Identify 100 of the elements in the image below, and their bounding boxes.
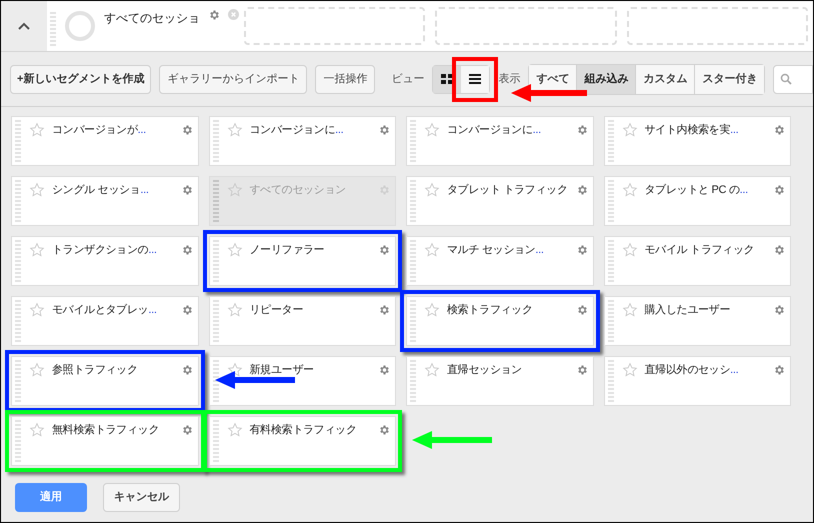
segment-card[interactable]: コンバージョンが... [11, 116, 198, 166]
segment-card[interactable]: リピーター [208, 296, 396, 346]
gear-icon[interactable] [378, 364, 390, 376]
drag-handle[interactable] [212, 420, 218, 462]
star-icon[interactable] [29, 242, 45, 258]
gear-icon[interactable] [378, 424, 390, 436]
segment-card[interactable]: タブレット トラフィック [406, 176, 594, 226]
empty-segment-slot[interactable] [626, 7, 808, 45]
drag-handle[interactable] [608, 300, 614, 342]
star-icon[interactable] [29, 422, 45, 438]
segment-card[interactable]: ノーリファラー [208, 236, 396, 286]
gear-icon[interactable] [576, 124, 588, 136]
gear-icon[interactable] [378, 124, 390, 136]
list-view-button[interactable] [461, 66, 490, 92]
segment-card[interactable]: モバイルとタブレッ... [11, 296, 198, 346]
close-icon[interactable] [228, 9, 239, 20]
drag-handle[interactable] [608, 240, 614, 282]
segment-card[interactable]: タブレットと PC の... [604, 176, 791, 226]
drag-handle[interactable] [212, 300, 218, 342]
drag-handle[interactable] [212, 360, 218, 402]
segment-card[interactable]: トランザクションの... [11, 236, 198, 286]
gear-icon[interactable] [180, 304, 192, 316]
drag-handle[interactable] [15, 240, 21, 282]
segment-card[interactable]: マルチ セッション... [406, 236, 594, 286]
star-icon[interactable] [29, 302, 45, 318]
star-icon[interactable] [226, 302, 242, 318]
segment-card[interactable]: 購入したユーザー [604, 296, 791, 346]
star-icon[interactable] [226, 422, 242, 438]
drag-handle[interactable] [15, 120, 21, 162]
star-icon[interactable] [622, 242, 638, 258]
drag-handle[interactable] [212, 240, 218, 282]
create-segment-button[interactable]: +新しいセグメントを作成 [10, 64, 152, 94]
star-icon[interactable] [622, 362, 638, 378]
star-icon[interactable] [29, 122, 45, 138]
drag-handle[interactable] [15, 420, 21, 462]
star-icon[interactable] [622, 302, 638, 318]
drag-handle[interactable] [212, 120, 218, 162]
gear-icon[interactable] [773, 364, 785, 376]
gear-icon[interactable] [378, 304, 390, 316]
empty-segment-slot[interactable] [435, 7, 617, 45]
star-icon[interactable] [424, 362, 440, 378]
star-icon[interactable] [424, 122, 440, 138]
import-button[interactable]: ギャラリーからインポート [159, 64, 308, 94]
segment-card[interactable]: モバイル トラフィック [604, 236, 791, 286]
filter-tab[interactable]: 組み込み [577, 64, 636, 94]
drag-handle[interactable] [608, 360, 614, 402]
search-field[interactable] [773, 64, 813, 94]
gear-icon[interactable] [773, 124, 785, 136]
star-icon[interactable] [622, 182, 638, 198]
segment-card[interactable]: コンバージョンに... [208, 116, 396, 166]
segment-card[interactable]: 有料検索トラフィック [208, 416, 396, 466]
drag-handle[interactable] [15, 300, 21, 342]
empty-segment-slot[interactable] [244, 7, 426, 45]
gear-icon[interactable] [180, 364, 192, 376]
star-icon[interactable] [29, 362, 45, 378]
bulk-actions-button[interactable]: 一括操作 [315, 64, 376, 94]
star-icon[interactable] [29, 182, 45, 198]
drag-handle[interactable] [410, 240, 416, 282]
segment-card[interactable]: 無料検索トラフィック [11, 416, 198, 466]
star-icon[interactable] [424, 182, 440, 198]
filter-tab[interactable]: カスタム [636, 64, 696, 94]
gear-icon[interactable] [576, 364, 588, 376]
drag-handle[interactable] [608, 180, 614, 222]
gear-icon[interactable] [180, 244, 192, 256]
gear-icon[interactable] [576, 184, 588, 196]
drag-handle[interactable] [15, 360, 21, 402]
drag-handle[interactable] [608, 120, 614, 162]
drag-handle[interactable] [50, 12, 56, 48]
gear-icon[interactable] [576, 244, 588, 256]
gear-icon[interactable] [180, 424, 192, 436]
gear-icon[interactable] [773, 304, 785, 316]
gear-icon[interactable] [773, 244, 785, 256]
star-icon[interactable] [226, 242, 242, 258]
segment-card[interactable]: シングル セッショ... [11, 176, 198, 226]
segment-card[interactable]: コンバージョンに... [406, 116, 594, 166]
star-icon[interactable] [622, 122, 638, 138]
drag-handle[interactable] [410, 360, 416, 402]
gear-icon[interactable] [180, 184, 192, 196]
segment-card[interactable]: 直帰セッション [406, 356, 594, 406]
gear-icon[interactable] [378, 244, 390, 256]
star-icon[interactable] [226, 122, 242, 138]
segment-card[interactable]: 直帰以外のセッシ... [604, 356, 791, 406]
star-icon[interactable] [424, 302, 440, 318]
star-icon[interactable] [424, 242, 440, 258]
segment-card[interactable]: サイト内検索を実... [604, 116, 791, 166]
star-icon[interactable] [226, 362, 242, 378]
drag-handle[interactable] [410, 120, 416, 162]
gear-icon[interactable] [576, 304, 588, 316]
gear-icon[interactable] [773, 184, 785, 196]
segment-card[interactable]: 検索トラフィック [406, 296, 594, 346]
drag-handle[interactable] [15, 180, 21, 222]
filter-tab[interactable]: スター付き [695, 64, 764, 94]
segment-card[interactable]: 参照トラフィック [11, 356, 198, 406]
gear-icon[interactable] [180, 124, 192, 136]
gear-icon[interactable] [208, 9, 220, 21]
cancel-button[interactable]: キャンセル [103, 483, 180, 512]
collapse-icon[interactable] [18, 22, 30, 30]
drag-handle[interactable] [410, 300, 416, 342]
drag-handle[interactable] [410, 180, 416, 222]
segment-card[interactable]: 新規ユーザー [208, 356, 396, 406]
